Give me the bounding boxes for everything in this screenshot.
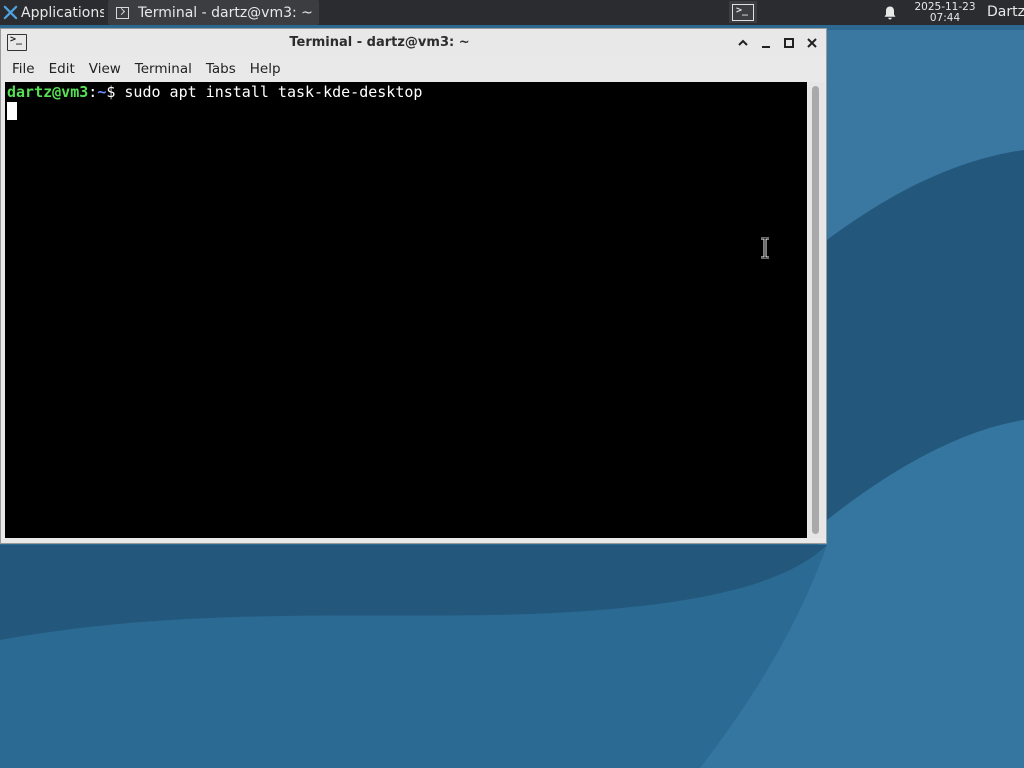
taskbar-terminal-button[interactable]: Terminal - dartz@vm3: ~ [108, 0, 319, 25]
bell-icon[interactable] [882, 5, 898, 21]
panel-clock[interactable]: 2025-11-23 07:44 [910, 0, 980, 25]
prompt-path: ~ [97, 83, 107, 101]
applications-label: Applications [21, 4, 104, 21]
menu-bar: File Edit View Terminal Tabs Help [1, 57, 826, 81]
user-menu[interactable]: Dartz [987, 0, 1024, 25]
shade-button[interactable] [734, 34, 752, 52]
window-titlebar[interactable]: >_ Terminal - dartz@vm3: ~ [1, 29, 826, 57]
menu-view[interactable]: View [84, 57, 128, 81]
terminal-window: >_ Terminal - dartz@vm3: ~ File Edit Vie… [0, 28, 827, 544]
menu-edit[interactable]: Edit [44, 57, 82, 81]
maximize-button[interactable] [780, 34, 798, 52]
applications-menu-button[interactable]: Applications ☰ [0, 0, 104, 25]
prompt-symbol: $ [106, 83, 116, 101]
command-line: dartz@vm3:~$ sudo apt install task-kde-d… [7, 83, 422, 102]
taskbar-terminal-label: Terminal - dartz@vm3: ~ [138, 4, 313, 21]
minimize-icon [762, 46, 770, 48]
chevron-up-icon [738, 39, 748, 46]
text-cursor [7, 102, 17, 120]
clock-date: 2025-11-23 [914, 0, 976, 13]
terminal-icon [116, 6, 129, 19]
vertical-scrollbar[interactable] [808, 82, 825, 538]
scrollbar-thumb[interactable] [812, 86, 819, 534]
tray-terminal-launcher[interactable]: >_ [729, 1, 757, 23]
window-title: Terminal - dartz@vm3: ~ [289, 35, 470, 50]
menu-file[interactable]: File [7, 57, 42, 81]
menu-tabs[interactable]: Tabs [201, 57, 243, 81]
terminal-output[interactable]: dartz@vm3:~$ sudo apt install task-kde-d… [5, 82, 807, 538]
xfce-logo-icon [3, 5, 18, 20]
clock-time: 07:44 [929, 11, 961, 24]
menu-help[interactable]: Help [245, 57, 288, 81]
command-text: sudo apt install task-kde-desktop [124, 83, 423, 101]
close-icon [807, 38, 817, 48]
terminal-icon: >_ [732, 3, 754, 21]
ibeam-cursor-icon [761, 237, 769, 259]
prompt-user-host: dartz@vm3 [7, 83, 89, 101]
close-button[interactable] [803, 34, 821, 52]
maximize-icon [784, 38, 794, 48]
top-panel: Applications ☰ Terminal - dartz@vm3: ~ >… [0, 0, 1024, 25]
minimize-button[interactable] [757, 34, 775, 52]
menu-terminal[interactable]: Terminal [130, 57, 199, 81]
prompt-separator: : [88, 83, 98, 101]
